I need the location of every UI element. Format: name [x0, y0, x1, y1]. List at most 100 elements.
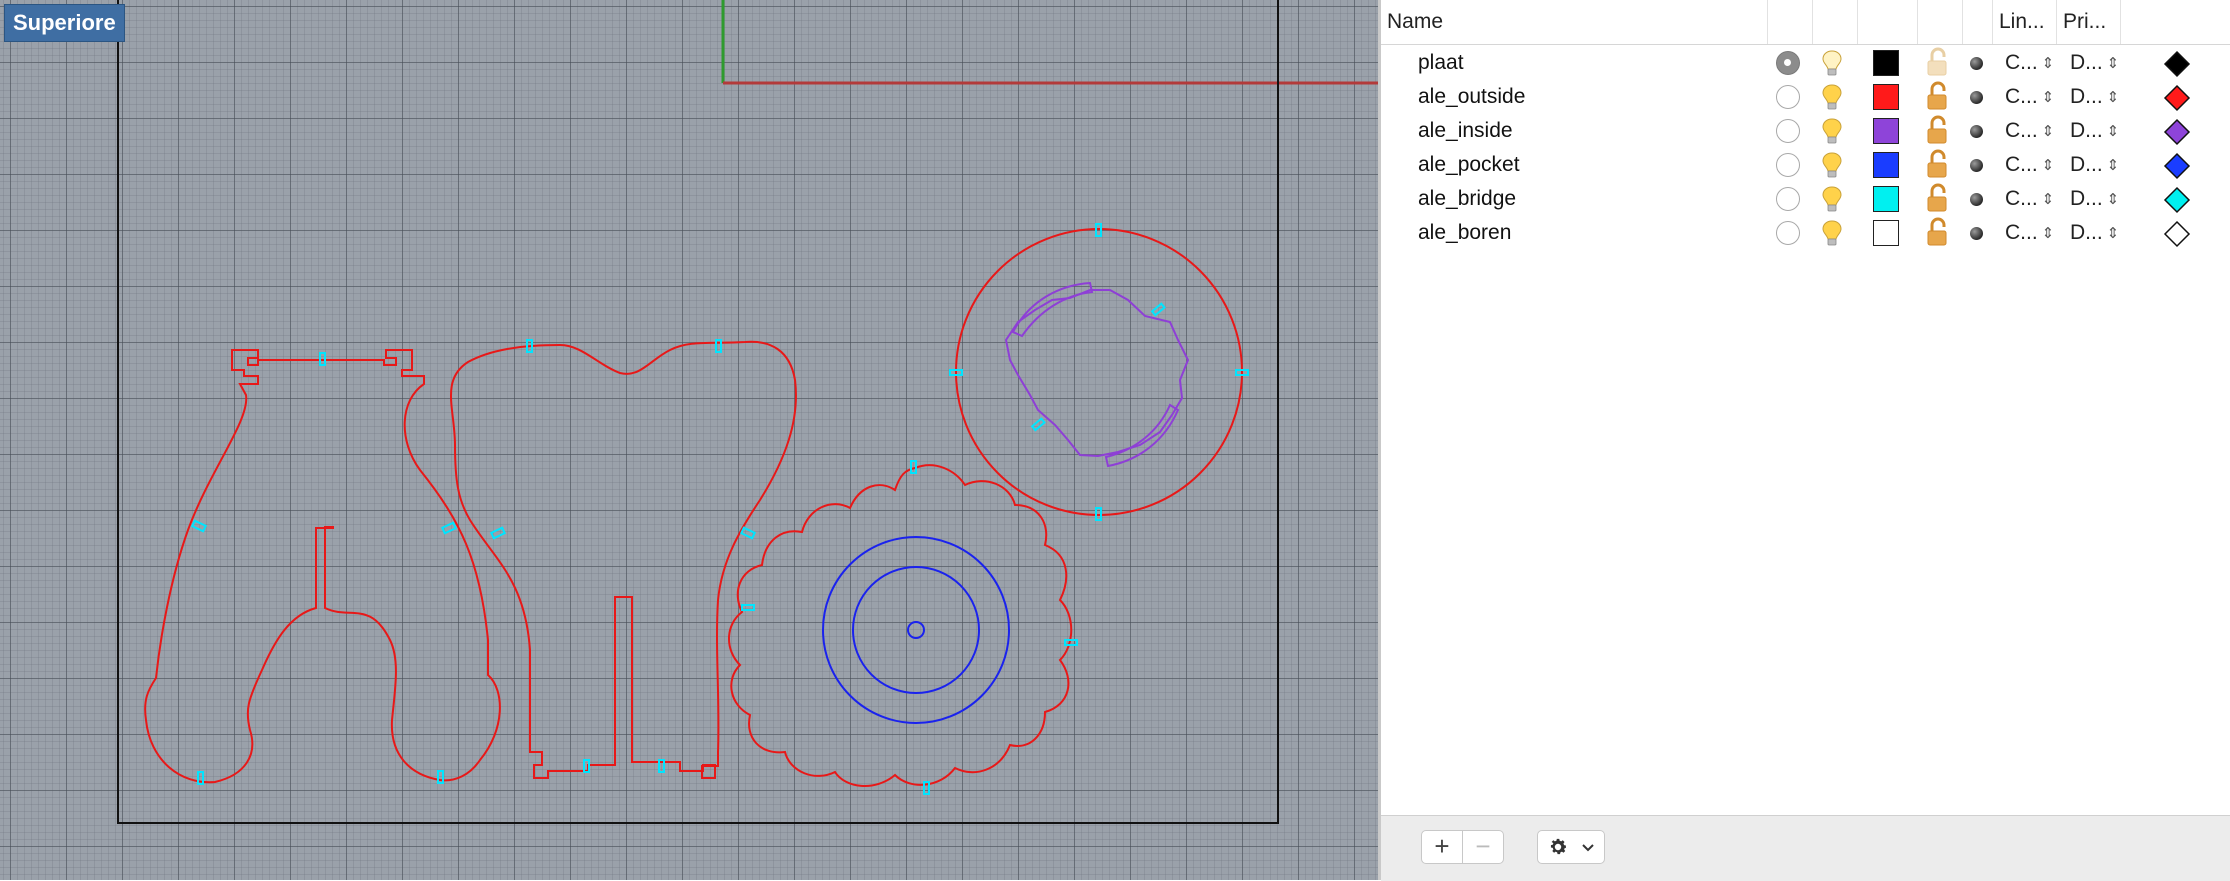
part-inside-ring[interactable] [1004, 289, 1190, 458]
remove-layer-button[interactable]: − [1462, 830, 1504, 864]
linetype-value: C... [2005, 119, 2038, 142]
print-color-diamond-icon[interactable] [2163, 152, 2191, 180]
material-icon[interactable] [1970, 57, 1983, 70]
print-width-value: D... [2070, 119, 2103, 142]
lock-icon[interactable] [1926, 149, 1950, 179]
layer-name[interactable]: plaat [1418, 46, 1464, 80]
current-layer-radio[interactable] [1776, 153, 1800, 177]
lightbulb-icon[interactable] [1821, 185, 1843, 213]
print-width-select[interactable]: D... ⇕ [2070, 148, 2119, 183]
updown-arrows-icon: ⇕ [2106, 123, 2120, 140]
layer-name[interactable]: ale_outside [1418, 80, 1525, 114]
viewport-title[interactable]: Superiore [4, 4, 125, 42]
layer-row[interactable]: ale_boren C... ⇕ D... ⇕ [1381, 216, 2230, 250]
bridges[interactable] [190, 223, 1249, 795]
material-icon[interactable] [1970, 125, 1983, 138]
layer-name[interactable]: ale_pocket [1418, 148, 1520, 182]
layer-row[interactable]: plaat C... ⇕ D... ⇕ [1381, 46, 2230, 80]
lightbulb-icon[interactable] [1821, 83, 1843, 111]
updown-arrows-icon: ⇕ [2106, 89, 2120, 106]
updown-arrows-icon: ⇕ [2041, 225, 2055, 242]
viewport-top[interactable]: Superiore [0, 0, 1378, 880]
linetype-select[interactable]: C... ⇕ [2005, 216, 2054, 251]
column-material[interactable] [1963, 0, 1993, 44]
layers-header: Name Lin... Pri... [1381, 0, 2230, 45]
material-icon[interactable] [1970, 91, 1983, 104]
material-icon[interactable] [1970, 227, 1983, 240]
pocket-circle-mid[interactable] [852, 566, 980, 694]
layer-row[interactable]: ale_bridge C... ⇕ D... ⇕ [1381, 182, 2230, 216]
linetype-select[interactable]: C... ⇕ [2005, 182, 2054, 217]
current-layer-radio[interactable] [1776, 51, 1800, 75]
column-linetype[interactable]: Lin... [1993, 0, 2057, 44]
material-icon[interactable] [1970, 193, 1983, 206]
lightbulb-icon[interactable] [1821, 151, 1843, 179]
lightbulb-icon[interactable] [1821, 219, 1843, 247]
column-name[interactable]: Name [1381, 0, 1768, 44]
print-width-select[interactable]: D... ⇕ [2070, 80, 2119, 115]
part-inside-arc-1[interactable] [1011, 281, 1094, 338]
updown-arrows-icon: ⇕ [2106, 191, 2120, 208]
print-width-select[interactable]: D... ⇕ [2070, 216, 2119, 251]
lightbulb-icon[interactable] [1821, 117, 1843, 145]
column-print-color[interactable] [2121, 0, 2230, 44]
material-icon[interactable] [1970, 159, 1983, 172]
layer-row[interactable]: ale_pocket C... ⇕ D... ⇕ [1381, 148, 2230, 182]
print-width-select[interactable]: D... ⇕ [2070, 114, 2119, 149]
layer-color-swatch[interactable] [1873, 220, 1899, 246]
print-width-select[interactable]: D... ⇕ [2070, 182, 2119, 217]
print-color-diamond-icon[interactable] [2163, 84, 2191, 112]
layers-bottom-bar: + − [1381, 815, 2230, 881]
updown-arrows-icon: ⇕ [2106, 157, 2120, 174]
linetype-value: C... [2005, 85, 2038, 108]
pocket-circle-outer[interactable] [822, 536, 1010, 724]
cad-drawing[interactable] [0, 0, 1378, 880]
layer-color-swatch[interactable] [1873, 50, 1899, 76]
print-color-diamond-icon[interactable] [2163, 118, 2191, 146]
layer-color-swatch[interactable] [1873, 152, 1899, 178]
layer-row[interactable]: ale_inside C... ⇕ D... ⇕ [1381, 114, 2230, 148]
updown-arrows-icon: ⇕ [2041, 123, 2055, 140]
updown-arrows-icon: ⇕ [2041, 55, 2055, 72]
part-outside-3[interactable] [728, 464, 1073, 788]
linetype-select[interactable]: C... ⇕ [2005, 80, 2054, 115]
add-layer-button[interactable]: + [1421, 830, 1463, 864]
current-layer-radio[interactable] [1776, 221, 1800, 245]
updown-arrows-icon: ⇕ [2106, 225, 2120, 242]
lock-icon[interactable] [1926, 81, 1950, 111]
part-outside-4[interactable] [955, 228, 1243, 516]
linetype-select[interactable]: C... ⇕ [2005, 148, 2054, 183]
layer-color-swatch[interactable] [1873, 84, 1899, 110]
layer-name[interactable]: ale_boren [1418, 216, 1511, 250]
print-color-diamond-icon[interactable] [2163, 186, 2191, 214]
column-lock[interactable] [1918, 0, 1963, 44]
lock-icon[interactable] [1926, 217, 1950, 247]
layer-name[interactable]: ale_inside [1418, 114, 1513, 148]
print-color-diamond-icon[interactable] [2163, 50, 2191, 78]
column-visible[interactable] [1813, 0, 1858, 44]
layer-options-button[interactable] [1537, 830, 1605, 864]
layer-color-swatch[interactable] [1873, 118, 1899, 144]
updown-arrows-icon: ⇕ [2041, 89, 2055, 106]
linetype-select[interactable]: C... ⇕ [2005, 114, 2054, 149]
layer-name[interactable]: ale_bridge [1418, 182, 1516, 216]
current-layer-radio[interactable] [1776, 85, 1800, 109]
column-current[interactable] [1768, 0, 1813, 44]
linetype-select[interactable]: C... ⇕ [2005, 46, 2054, 81]
column-print-width[interactable]: Pri... [2057, 0, 2121, 44]
part-inside-arc-2[interactable] [1104, 403, 1180, 468]
current-layer-radio[interactable] [1776, 119, 1800, 143]
layer-color-swatch[interactable] [1873, 186, 1899, 212]
part-outside-1[interactable] [144, 349, 501, 784]
current-layer-radio[interactable] [1776, 187, 1800, 211]
print-color-diamond-icon[interactable] [2163, 220, 2191, 248]
boren-hole[interactable] [907, 621, 925, 639]
lightbulb-icon[interactable] [1821, 49, 1843, 77]
lock-icon[interactable] [1926, 115, 1950, 145]
plate-outline[interactable] [117, 0, 1279, 824]
column-color[interactable] [1858, 0, 1918, 44]
layer-row[interactable]: ale_outside C... ⇕ D... ⇕ [1381, 80, 2230, 114]
lock-icon[interactable] [1926, 47, 1950, 77]
print-width-select[interactable]: D... ⇕ [2070, 46, 2119, 81]
lock-icon[interactable] [1926, 183, 1950, 213]
